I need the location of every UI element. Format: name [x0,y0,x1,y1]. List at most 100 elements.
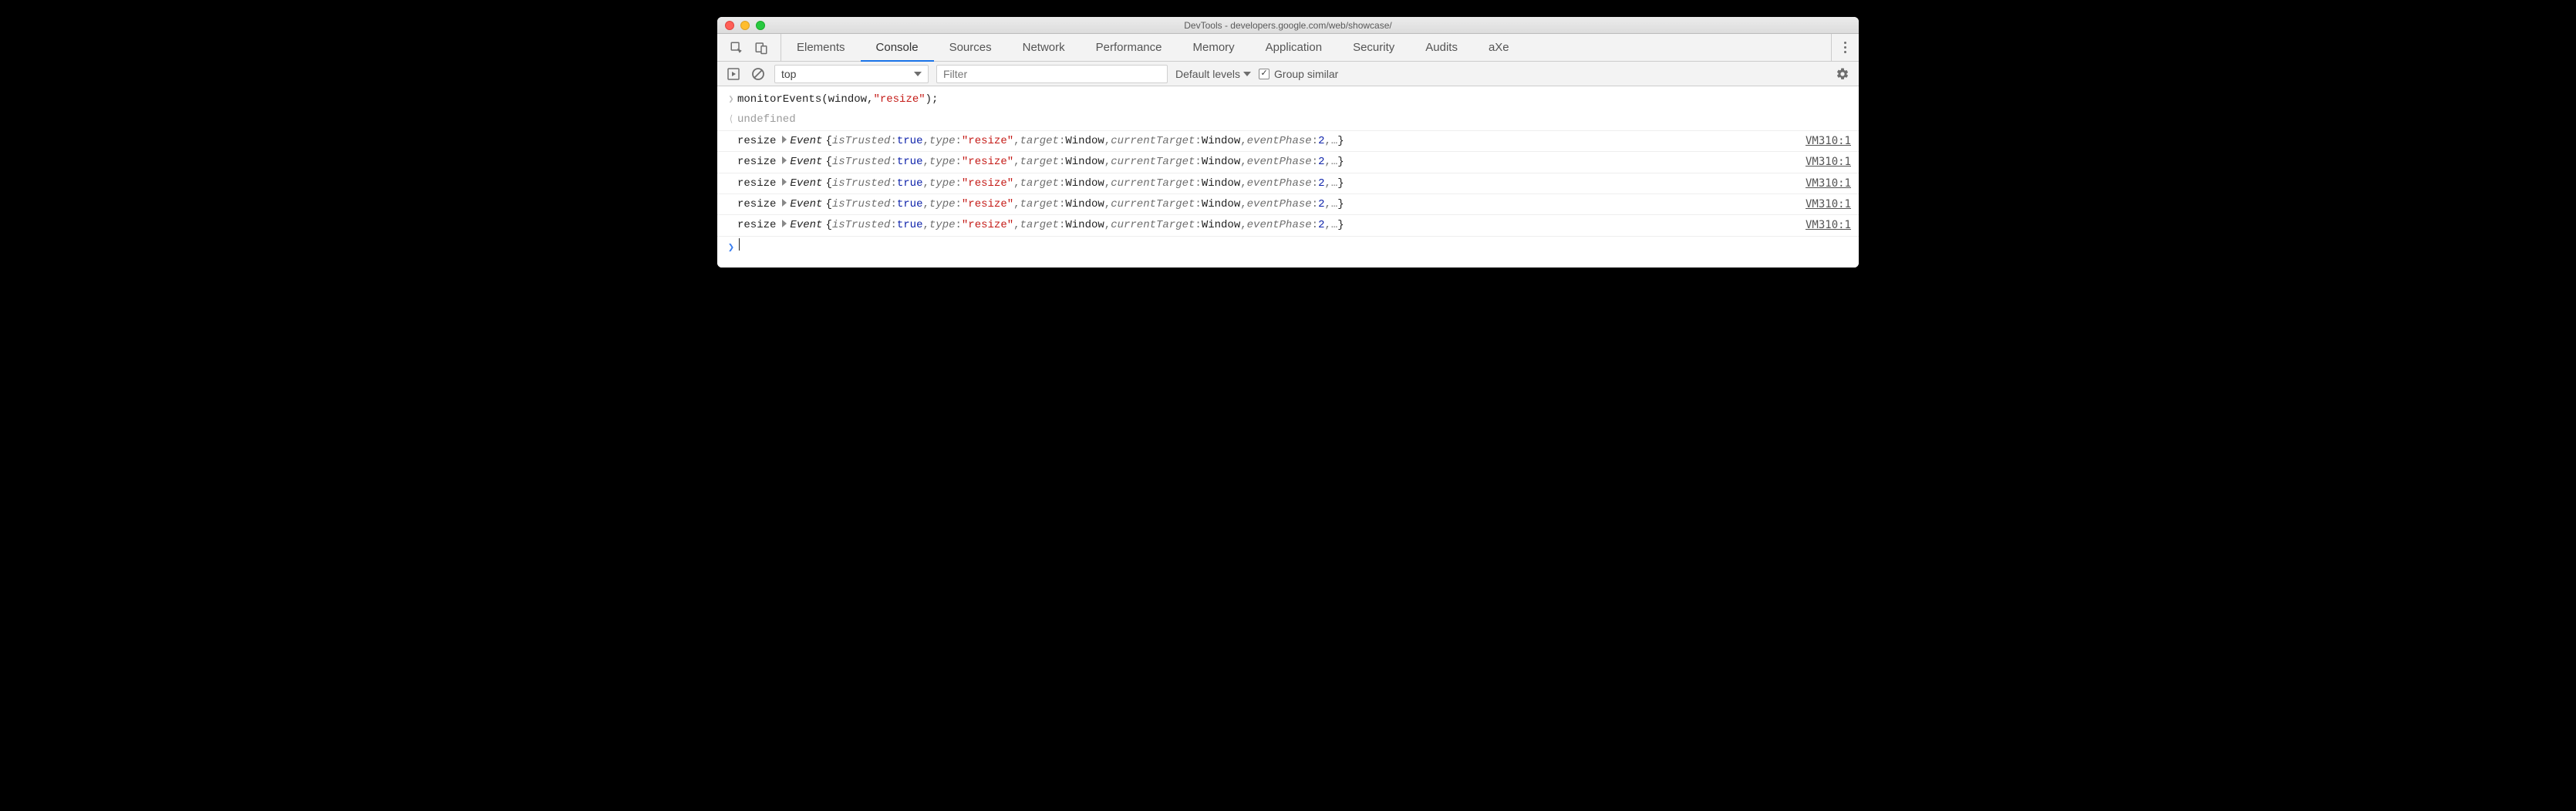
prop-colon: : [1195,196,1201,213]
log-levels-select[interactable]: Default levels [1175,68,1251,80]
prop-value: true [897,196,923,213]
prop-key: currentTarget [1111,133,1195,150]
filter-input[interactable] [936,65,1168,83]
tab-audits[interactable]: Audits [1410,34,1473,61]
object-type: Event [790,153,822,170]
prop-comma: , [1240,175,1246,192]
brace-open: { [825,217,831,234]
console-input-code: monitorEvents(window, "resize"); [737,91,1851,108]
console-log-row: resize Event {isTrusted: true, type: "re… [717,194,1859,215]
prop-value: true [897,217,923,234]
window-title: DevTools - developers.google.com/web/sho… [1184,20,1391,31]
tab-application[interactable]: Application [1250,34,1337,61]
tab-security[interactable]: Security [1337,34,1410,61]
device-toolbar-icon[interactable] [754,41,768,55]
disclosure-triangle-icon[interactable] [782,220,787,227]
prop-key: isTrusted [832,153,891,170]
prop-value: Window [1202,153,1240,170]
prop-colon: : [890,217,896,234]
prop-key: currentTarget [1111,217,1195,234]
source-link[interactable]: VM310:1 [1790,196,1851,213]
prop-colon: : [890,196,896,213]
window-maximize-button[interactable] [756,21,765,30]
play-icon[interactable] [725,66,742,82]
prop-colon: : [1059,133,1065,150]
prop-colon: : [890,153,896,170]
event-label: resize [737,217,776,234]
prop-value: Window [1065,133,1104,150]
prop-colon: : [1195,133,1201,150]
prop-value: Window [1065,153,1104,170]
chevron-down-icon [914,72,922,76]
inspect-element-icon[interactable] [730,41,743,55]
disclosure-triangle-icon[interactable] [782,199,787,207]
prop-key: eventPhase [1247,217,1312,234]
prop-key: eventPhase [1247,175,1312,192]
ellipsis: … [1331,133,1337,150]
prop-colon: : [956,133,962,150]
console-prompt-input[interactable] [737,238,1851,251]
log-content: resize Event {isTrusted: true, type: "re… [737,175,1790,192]
more-options-icon[interactable] [1844,42,1846,53]
disclosure-triangle-icon[interactable] [782,136,787,143]
prop-value: 2 [1318,217,1324,234]
prop-key: target [1020,153,1059,170]
console-log-row: resize Event {isTrusted: true, type: "re… [717,152,1859,173]
prop-key: eventPhase [1247,153,1312,170]
disclosure-triangle-icon[interactable] [782,156,787,164]
prop-value: Window [1065,196,1104,213]
console-settings-icon[interactable] [1834,66,1851,82]
source-link[interactable]: VM310:1 [1790,153,1851,170]
tab-performance[interactable]: Performance [1081,34,1178,61]
tabstrip-right-controls [1831,34,1859,61]
prop-colon: : [956,196,962,213]
tab-axe[interactable]: aXe [1473,34,1525,61]
log-content: resize Event {isTrusted: true, type: "re… [737,217,1790,234]
prop-value: "resize" [962,175,1013,192]
execution-context-select[interactable]: top [774,65,929,83]
prop-colon: : [1059,153,1065,170]
tab-console[interactable]: Console [861,34,934,61]
tab-network[interactable]: Network [1007,34,1081,61]
brace-close: } [1337,153,1344,170]
source-link[interactable]: VM310:1 [1790,133,1851,150]
console-prompt-row[interactable]: ❯ [717,237,1859,258]
brace-open: { [825,196,831,213]
prop-key: currentTarget [1111,153,1195,170]
prop-key: eventPhase [1247,133,1312,150]
prop-colon: : [956,217,962,234]
clear-console-icon[interactable] [750,66,767,82]
console-result-row: ⟨ undefined [717,109,1859,130]
prop-value: Window [1202,175,1240,192]
source-link[interactable]: VM310:1 [1790,175,1851,192]
prop-colon: : [1059,217,1065,234]
tab-memory[interactable]: Memory [1178,34,1250,61]
execution-context-value: top [781,68,796,80]
brace-close: } [1337,175,1344,192]
source-link[interactable]: VM310:1 [1790,217,1851,234]
prop-value: Window [1202,196,1240,213]
ellipsis: … [1331,175,1337,192]
prop-comma: , [1324,175,1330,192]
log-gutter [725,153,737,155]
prop-key: currentTarget [1111,196,1195,213]
console-log-row: resize Event {isTrusted: true, type: "re… [717,215,1859,236]
log-gutter [725,175,737,177]
prop-comma: , [1013,175,1020,192]
titlebar: DevTools - developers.google.com/web/sho… [717,17,1859,34]
window-close-button[interactable] [725,21,734,30]
prop-comma: , [1324,133,1330,150]
tabstrip-left-controls [717,34,781,61]
window-minimize-button[interactable] [740,21,750,30]
prop-key: type [929,217,956,234]
prop-comma: , [1013,196,1020,213]
prop-value: "resize" [962,196,1013,213]
group-similar-toggle[interactable]: ✓ Group similar [1259,68,1338,80]
prop-key: type [929,153,956,170]
prop-value: Window [1065,217,1104,234]
tab-elements[interactable]: Elements [781,34,861,61]
prop-key: eventPhase [1247,196,1312,213]
disclosure-triangle-icon[interactable] [782,178,787,186]
event-label: resize [737,133,776,150]
tab-sources[interactable]: Sources [934,34,1007,61]
